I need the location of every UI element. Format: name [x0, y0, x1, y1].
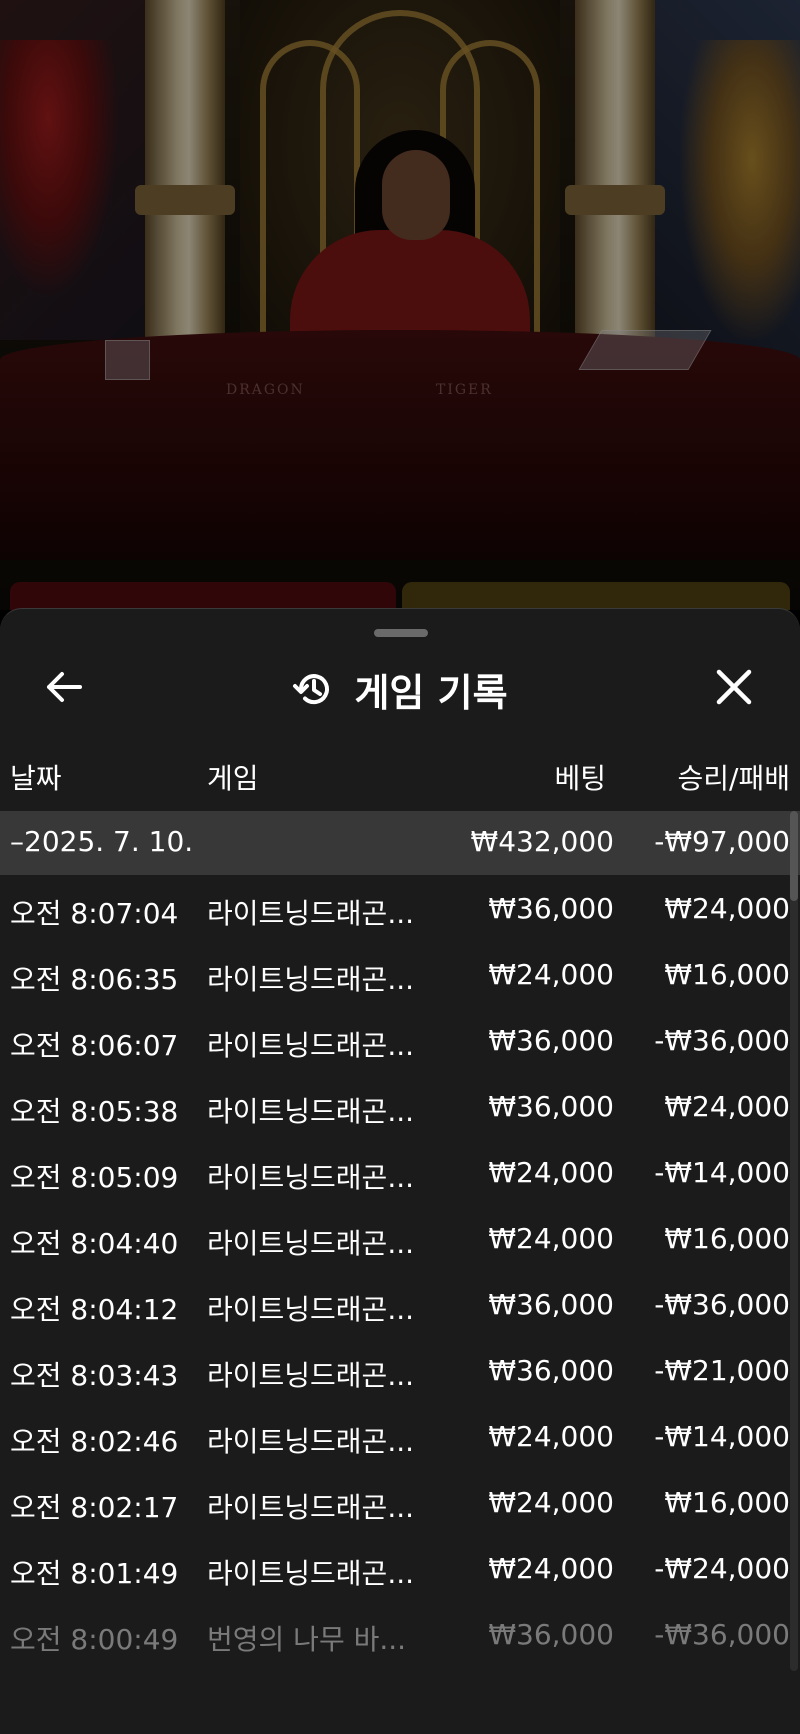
history-row[interactable]: 오전 8:04:12 라이트닝드래곤... ₩36,000 -₩36,000 — [0, 1271, 800, 1337]
live-video-feed: DRAGON TIGER — [0, 0, 800, 610]
history-row[interactable]: 오전 8:02:17 라이트닝드래곤... ₩24,000 ₩16,000 — [0, 1469, 800, 1535]
row-time: 오전 8:04:40 — [10, 1227, 179, 1260]
row-result: ₩16,000 — [664, 958, 790, 991]
row-bet: ₩24,000 — [488, 1420, 614, 1453]
app-root: DRAGON TIGER 게임 기록 날짜 게임 베팅 승리/패배 –2025.… — [0, 0, 800, 1734]
row-game: 라이트닝드래곤... — [207, 1359, 415, 1392]
row-time: 오전 8:01:49 — [10, 1557, 179, 1590]
scrollbar-thumb[interactable] — [790, 811, 798, 901]
row-game: 라이트닝드래곤... — [207, 1491, 415, 1524]
row-game: 라이트닝드래곤... — [207, 1557, 415, 1590]
row-result: -₩14,000 — [654, 1156, 790, 1189]
game-history-sheet: 게임 기록 날짜 게임 베팅 승리/패배 –2025. 7. 10. ₩432,… — [0, 608, 800, 1734]
row-time: 오전 8:02:17 — [10, 1491, 179, 1524]
column-header-date: 날짜 — [10, 762, 62, 795]
date-group-bet-total: ₩432,000 — [470, 825, 614, 858]
date-group-date: –2025. 7. 10. — [10, 825, 194, 858]
row-bet: ₩36,000 — [488, 1354, 614, 1387]
row-bet: ₩24,000 — [488, 1552, 614, 1585]
row-result: -₩24,000 — [654, 1552, 790, 1585]
date-group-row[interactable]: –2025. 7. 10. ₩432,000 -₩97,000 — [0, 811, 800, 875]
column-header-game: 게임 — [207, 762, 259, 795]
row-bet: ₩24,000 — [488, 958, 614, 991]
history-row[interactable]: 오전 8:05:09 라이트닝드래곤... ₩24,000 -₩14,000 — [0, 1139, 800, 1205]
column-header-result: 승리/패배 — [677, 762, 790, 795]
row-bet: ₩24,000 — [488, 1222, 614, 1255]
row-time: 오전 8:02:46 — [10, 1425, 179, 1458]
row-bet: ₩36,000 — [488, 1618, 614, 1651]
row-time: 오전 8:05:38 — [10, 1095, 179, 1128]
history-row[interactable]: 오전 8:05:38 라이트닝드래곤... ₩36,000 ₩24,000 — [0, 1073, 800, 1139]
date-group-result-total: -₩97,000 — [654, 825, 790, 858]
row-game: 라이트닝드래곤... — [207, 1029, 415, 1062]
history-list: 오전 8:07:04 라이트닝드래곤... ₩36,000 ₩24,000 오전… — [0, 875, 800, 1667]
row-result: ₩16,000 — [664, 1222, 790, 1255]
row-bet: ₩24,000 — [488, 1486, 614, 1519]
close-button[interactable] — [708, 665, 760, 713]
history-row[interactable]: 오전 8:04:40 라이트닝드래곤... ₩24,000 ₩16,000 — [0, 1205, 800, 1271]
row-result: -₩36,000 — [654, 1288, 790, 1321]
row-time: 오전 8:06:07 — [10, 1029, 179, 1062]
column-header-bet: 베팅 — [554, 762, 606, 795]
row-bet: ₩36,000 — [488, 1288, 614, 1321]
history-row[interactable]: 오전 8:01:49 라이트닝드래곤... ₩24,000 -₩24,000 — [0, 1535, 800, 1601]
row-time: 오전 8:06:35 — [10, 963, 179, 996]
video-dim-overlay — [0, 0, 800, 610]
sheet-title: 게임 기록 — [354, 670, 508, 715]
close-icon — [715, 668, 753, 710]
row-result: ₩24,000 — [664, 892, 790, 925]
row-result: -₩14,000 — [654, 1420, 790, 1453]
row-time: 오전 8:05:09 — [10, 1161, 179, 1194]
sheet-header: 게임 기록 — [0, 649, 800, 729]
row-time: 오전 8:04:12 — [10, 1293, 179, 1326]
sheet-drag-handle[interactable] — [374, 629, 428, 637]
row-result: -₩36,000 — [654, 1618, 790, 1651]
row-bet: ₩36,000 — [488, 892, 614, 925]
row-game: 라이트닝드래곤... — [207, 1161, 415, 1194]
history-row[interactable]: 오전 8:02:46 라이트닝드래곤... ₩24,000 -₩14,000 — [0, 1403, 800, 1469]
history-row[interactable]: 오전 8:03:43 라이트닝드래곤... ₩36,000 -₩21,000 — [0, 1337, 800, 1403]
sheet-title-group: 게임 기록 — [0, 649, 800, 729]
row-game: 라이트닝드래곤... — [207, 963, 415, 996]
history-row[interactable]: 오전 8:07:04 라이트닝드래곤... ₩36,000 ₩24,000 — [0, 875, 800, 941]
arrow-left-icon — [44, 670, 84, 708]
back-button[interactable] — [36, 667, 92, 711]
history-row[interactable]: 오전 8:06:07 라이트닝드래곤... ₩36,000 -₩36,000 — [0, 1007, 800, 1073]
row-game: 라이트닝드래곤... — [207, 897, 415, 930]
row-game: 라이트닝드래곤... — [207, 1095, 415, 1128]
row-time: 오전 8:00:49 — [10, 1623, 179, 1656]
row-bet: ₩36,000 — [488, 1090, 614, 1123]
history-row[interactable]: 오전 8:00:49 번영의 나무 바... ₩36,000 -₩36,000 — [0, 1601, 800, 1667]
row-time: 오전 8:07:04 — [10, 897, 179, 930]
row-result: ₩16,000 — [664, 1486, 790, 1519]
row-game: 번영의 나무 바... — [207, 1623, 407, 1656]
row-game: 라이트닝드래곤... — [207, 1425, 415, 1458]
row-result: -₩36,000 — [654, 1024, 790, 1057]
scrollbar[interactable] — [790, 811, 798, 1671]
row-result: -₩21,000 — [654, 1354, 790, 1387]
row-game: 라이트닝드래곤... — [207, 1293, 415, 1326]
row-bet: ₩24,000 — [488, 1156, 614, 1189]
row-bet: ₩36,000 — [488, 1024, 614, 1057]
row-time: 오전 8:03:43 — [10, 1359, 179, 1392]
row-game: 라이트닝드래곤... — [207, 1227, 415, 1260]
history-row[interactable]: 오전 8:06:35 라이트닝드래곤... ₩24,000 ₩16,000 — [0, 941, 800, 1007]
history-icon — [292, 668, 334, 710]
column-header-row: 날짜 게임 베팅 승리/패배 — [0, 745, 800, 805]
row-result: ₩24,000 — [664, 1090, 790, 1123]
